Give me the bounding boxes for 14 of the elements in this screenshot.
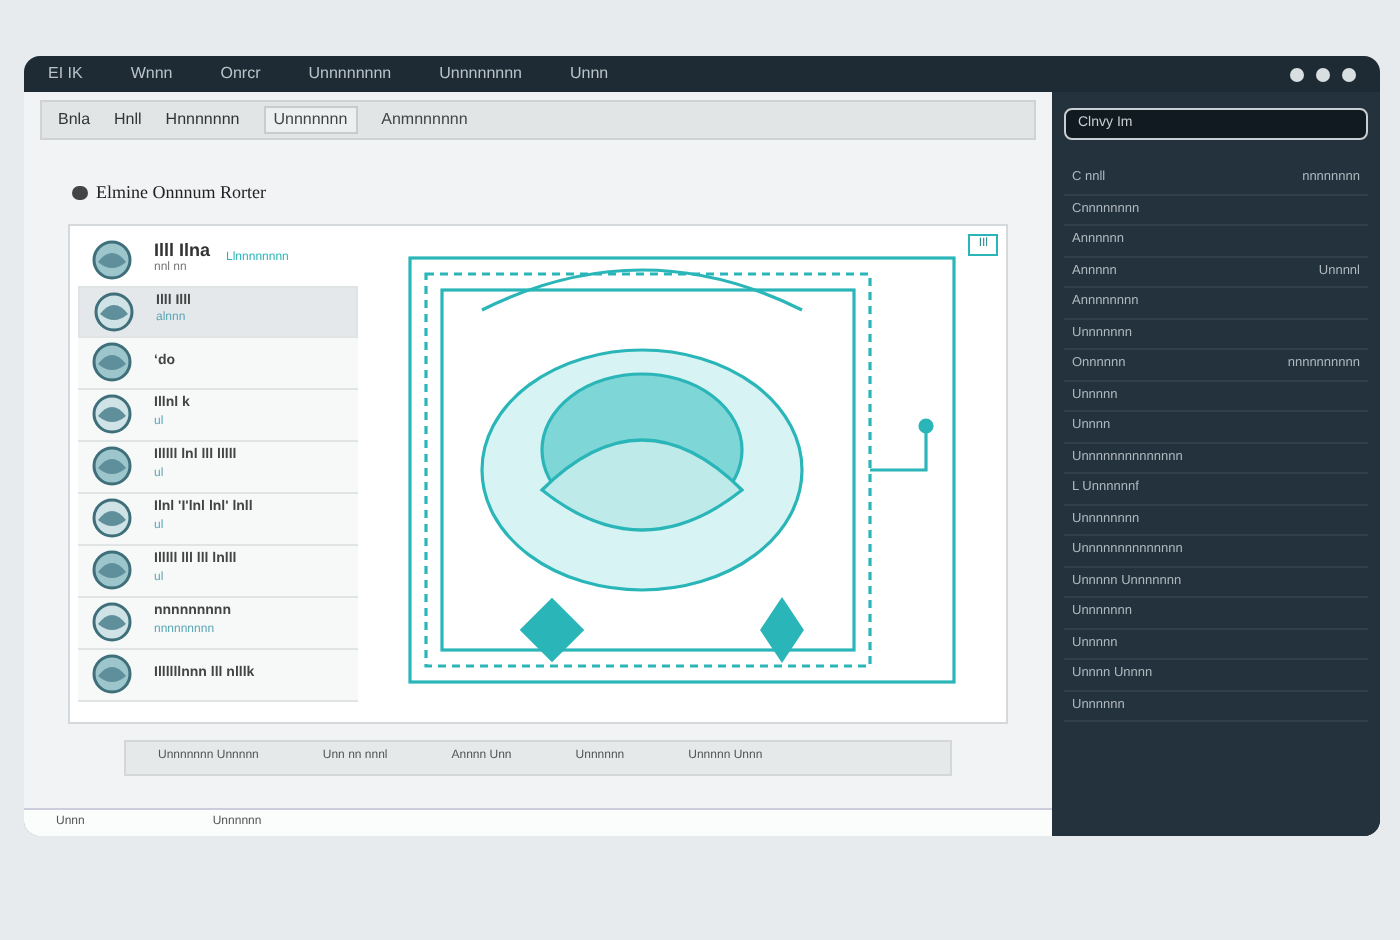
toolbar-item[interactable]: Hnll <box>114 108 142 132</box>
toolbar-item[interactable]: Bnla <box>58 108 91 132</box>
menu-item[interactable]: Unnn <box>570 62 609 86</box>
menu-item[interactable]: Onrcr <box>220 62 261 86</box>
page-heading: Elmine Onnnum Rorter <box>96 180 266 206</box>
path-label: Anmnnnnnn <box>381 108 468 132</box>
toolbar-item[interactable]: Hnnnnnnn <box>165 108 240 132</box>
menu-item[interactable]: Unnnnnnnn <box>308 62 392 86</box>
menu-item[interactable]: Wnnn <box>130 62 173 86</box>
toolbar-field[interactable]: Unnnnnnn <box>263 106 358 134</box>
document-icon <box>72 186 88 201</box>
document-title: Illl Ilna <box>154 241 211 259</box>
menu-item[interactable]: EI IK <box>48 62 83 86</box>
menu-item[interactable]: Unnnnnnnn <box>439 62 522 86</box>
